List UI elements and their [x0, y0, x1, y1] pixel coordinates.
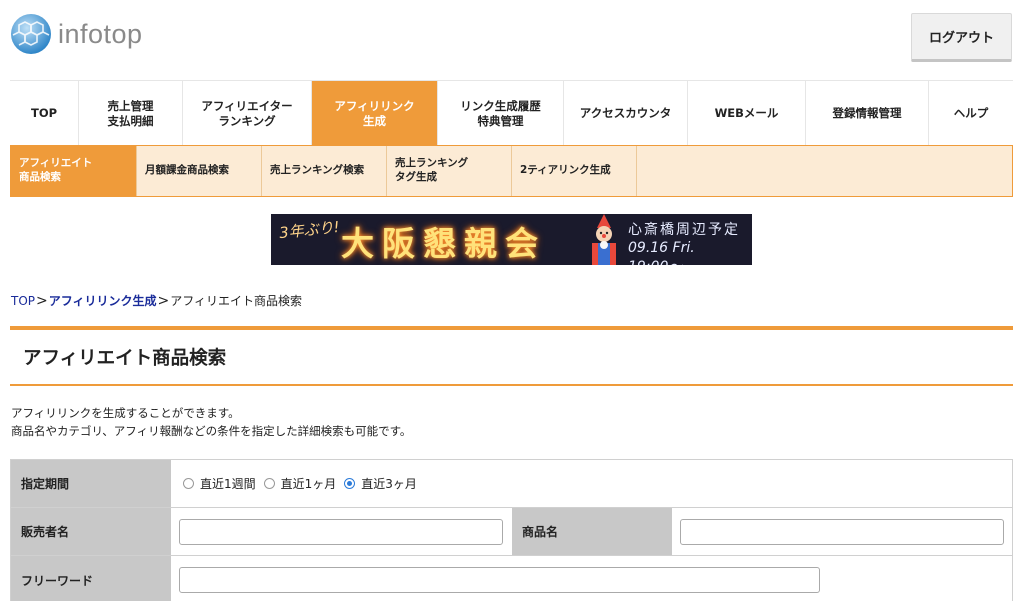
banner-location-text: 心斎橋周辺予定 [628, 222, 740, 238]
logo-globe-icon [11, 14, 51, 54]
free-word-label: フリーワード [11, 556, 171, 601]
period-options: 直近1週間 直近1ヶ月 直近3ヶ月 [171, 460, 1012, 507]
keyword-row: フリーワード [11, 556, 1012, 601]
main-nav: TOP 売上管理 支払明細 アフィリエイター ランキング アフィリリンク 生成 … [10, 80, 1013, 146]
banner-left-text: 3年ぶり! [278, 217, 341, 243]
product-name-cell [672, 508, 1012, 555]
period-label: 指定期間 [11, 460, 171, 507]
period-option-label: 直近1週間 [200, 477, 256, 491]
nav-web-mail[interactable]: WEBメール [688, 81, 806, 146]
event-banner[interactable]: 3年ぶり! 大阪懇親会 心斎橋周辺予定 09.16 Fri. 19:00〜 [271, 214, 752, 265]
subnav-monthly-search[interactable]: 月額課金商品検索 [137, 146, 262, 196]
period-radio-3months[interactable]: 直近3ヶ月 [344, 475, 417, 492]
banner-main-text: 大阪懇親会 [341, 224, 546, 263]
banner-date-text: 09.16 Fri. 19:00〜 [628, 240, 695, 265]
product-name-input[interactable] [680, 518, 1004, 545]
seller-name-cell [171, 508, 512, 555]
seller-name-input[interactable] [179, 518, 503, 545]
clown-character-icon [592, 214, 616, 265]
radio-button-icon [183, 478, 194, 489]
nav-registration[interactable]: 登録情報管理 [806, 81, 929, 146]
period-row: 指定期間 直近1週間 直近1ヶ月 直近3ヶ月 [11, 460, 1012, 508]
description-line-1: アフィリリンクを生成することができます。 [11, 406, 240, 420]
free-word-input[interactable] [179, 567, 820, 593]
logout-button[interactable]: ログアウト [911, 13, 1012, 62]
breadcrumb-top-link[interactable]: TOP [11, 294, 35, 308]
nav-link-history[interactable]: リンク生成履歴 特典管理 [438, 81, 564, 146]
subnav-ranking-tag[interactable]: 売上ランキング タグ生成 [387, 146, 512, 196]
period-radio-1week[interactable]: 直近1週間 [183, 475, 256, 492]
search-form: 指定期間 直近1週間 直近1ヶ月 直近3ヶ月 販売者名 商品名 フリーワード [10, 459, 1013, 601]
logo-text: infotop [58, 18, 143, 49]
nav-help[interactable]: ヘルプ [929, 81, 1013, 146]
period-radio-1month[interactable]: 直近1ヶ月 [263, 475, 337, 492]
subnav-2tier-link[interactable]: 2ティアリンク生成 [512, 146, 637, 196]
page-title: アフィリエイト商品検索 [10, 326, 1013, 386]
breadcrumb-separator: > [157, 293, 170, 309]
nav-affiliate-link[interactable]: アフィリリンク 生成 [312, 81, 438, 146]
subnav-ranking-search[interactable]: 売上ランキング検索 [262, 146, 387, 196]
nav-top[interactable]: TOP [10, 81, 79, 146]
breadcrumb-separator: > [36, 293, 48, 309]
product-name-label: 商品名 [512, 508, 672, 555]
page-description: アフィリリンクを生成することができます。 商品名やカテゴリ、アフィリ報酬などの条… [11, 404, 411, 441]
breadcrumb: TOP>アフィリリンク生成>アフィリエイト商品検索 [11, 292, 302, 309]
seller-product-row: 販売者名 商品名 [11, 508, 1012, 556]
seller-name-label: 販売者名 [11, 508, 171, 555]
nav-affiliator-ranking[interactable]: アフィリエイター ランキング [183, 81, 312, 146]
period-option-label: 直近3ヶ月 [361, 477, 417, 491]
description-line-2: 商品名やカテゴリ、アフィリ報酬などの条件を指定した詳細検索も可能です。 [11, 424, 412, 439]
nav-access-counter[interactable]: アクセスカウンタ [564, 81, 688, 146]
free-word-cell [171, 556, 1012, 601]
sub-nav: アフィリエイト 商品検索 月額課金商品検索 売上ランキング検索 売上ランキング … [10, 145, 1013, 197]
period-option-label: 直近1ヶ月 [280, 477, 337, 491]
nav-sales-management[interactable]: 売上管理 支払明細 [79, 81, 183, 146]
subnav-affiliate-search[interactable]: アフィリエイト 商品検索 [11, 146, 137, 196]
infotop-logo[interactable]: infotop [10, 12, 143, 56]
breadcrumb-current: アフィリエイト商品検索 [170, 294, 303, 308]
radio-button-selected-icon [344, 478, 356, 489]
breadcrumb-affiliate-link[interactable]: アフィリリンク生成 [49, 294, 157, 308]
radio-button-icon [263, 478, 275, 489]
